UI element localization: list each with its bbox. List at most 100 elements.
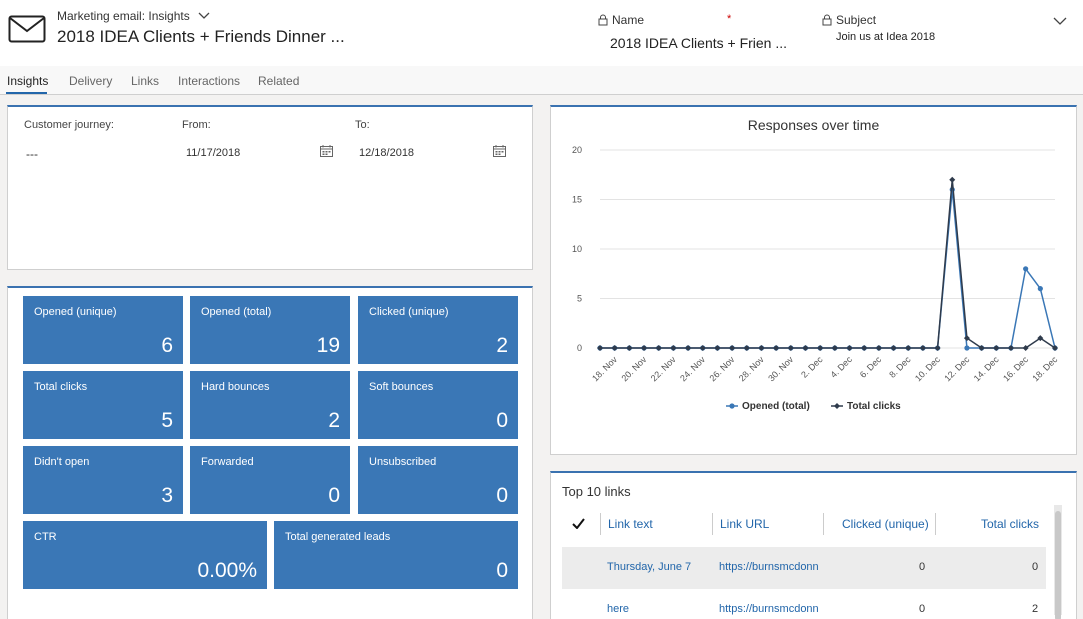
x-tick-label: 2. Dec	[799, 354, 825, 380]
chevron-down-icon	[198, 12, 210, 19]
legend-label: Opened (total)	[742, 401, 810, 412]
tile-value: 5	[161, 409, 173, 432]
data-point	[699, 345, 706, 351]
data-point	[802, 345, 809, 351]
record-header: Marketing email: Insights 2018 IDEA Clie…	[0, 0, 1083, 66]
data-point	[626, 345, 633, 351]
scrollbar-thumb[interactable]	[1055, 511, 1061, 619]
data-point	[905, 345, 912, 351]
legend-label: Total clicks	[847, 401, 901, 412]
x-tick-label: 16. Dec	[1001, 354, 1030, 383]
links-title: Top 10 links	[562, 484, 631, 499]
total-clicks-cell: 0	[1032, 561, 1039, 573]
x-tick-label: 28. Nov	[737, 354, 766, 383]
name-field: Name 2018 IDEA Clients + Frien ...	[598, 13, 787, 51]
kpi-panel: Opened (unique) 6 Opened (total) 19 Clic…	[7, 286, 533, 619]
column-header-total-clicks[interactable]: Total clicks	[981, 517, 1039, 531]
tile-total-clicks[interactable]: Total clicks 5	[23, 371, 183, 439]
column-separator	[712, 513, 713, 535]
tab-interactions[interactable]: Interactions	[178, 74, 240, 88]
y-tick-label: 15	[572, 195, 582, 205]
journey-label: Customer journey:	[24, 119, 114, 131]
data-point	[685, 345, 692, 351]
data-point	[861, 345, 868, 351]
series-line	[600, 179, 1056, 349]
tab-bar: Insights Delivery Links Interactions Rel…	[0, 66, 1083, 95]
table-row[interactable]: here https://burnsmcdonn 0 2	[562, 589, 1046, 619]
tile-value: 0	[496, 559, 508, 582]
journey-value[interactable]: ---	[26, 147, 38, 161]
column-header-link-text[interactable]: Link text	[608, 517, 653, 531]
calendar-icon[interactable]	[493, 145, 506, 157]
from-label: From:	[182, 119, 211, 131]
tile-forwarded[interactable]: Forwarded 0	[190, 446, 350, 514]
tile-label: CTR	[34, 531, 57, 543]
select-all-checkmark-icon[interactable]	[572, 518, 585, 529]
link-url-cell[interactable]: https://burnsmcdonn	[719, 561, 819, 573]
tile-didnt-open[interactable]: Didn't open 3	[23, 446, 183, 514]
data-point	[817, 345, 824, 351]
x-tick-label: 8. Dec	[887, 354, 913, 380]
to-label: To:	[355, 119, 370, 131]
tile-opened-unique[interactable]: Opened (unique) 6	[23, 296, 183, 364]
column-separator	[823, 513, 824, 535]
tile-unsubscribed[interactable]: Unsubscribed 0	[358, 446, 518, 514]
clicked-unique-cell: 0	[919, 561, 926, 573]
tile-label: Total generated leads	[285, 531, 391, 543]
column-header-link-url[interactable]: Link URL	[720, 517, 769, 531]
column-header-clicked-unique[interactable]: Clicked (unique)	[842, 517, 929, 531]
link-text-cell[interactable]: here	[607, 603, 629, 615]
from-date-input[interactable]: 11/17/2018	[186, 147, 240, 159]
tile-value: 0	[328, 484, 340, 507]
tile-value: 0	[496, 484, 508, 507]
tile-value: 0.00%	[197, 559, 257, 582]
tile-value: 2	[328, 409, 340, 432]
data-point	[670, 345, 677, 351]
tile-label: Total clicks	[34, 381, 88, 393]
x-tick-label: 20. Nov	[619, 354, 648, 383]
tile-soft-bounces[interactable]: Soft bounces 0	[358, 371, 518, 439]
tab-delivery[interactable]: Delivery	[69, 74, 112, 88]
x-tick-label: 10. Dec	[913, 354, 942, 383]
tile-hard-bounces[interactable]: Hard bounces 2	[190, 371, 350, 439]
form-selector[interactable]: Marketing email: Insights	[57, 9, 210, 23]
tab-links[interactable]: Links	[131, 74, 159, 88]
column-separator	[600, 513, 601, 535]
x-tick-label: 18. Nov	[590, 354, 619, 383]
tile-ctr[interactable]: CTR 0.00%	[23, 521, 267, 589]
tile-clicked-unique[interactable]: Clicked (unique) 2	[358, 296, 518, 364]
link-url-cell[interactable]: https://burnsmcdonn	[719, 603, 819, 615]
calendar-icon[interactable]	[320, 145, 333, 157]
y-tick-label: 5	[577, 294, 582, 304]
y-tick-label: 0	[577, 343, 582, 353]
data-point	[949, 176, 956, 183]
legend-marker	[834, 403, 840, 409]
expand-header-chevron-icon[interactable]	[1053, 16, 1067, 26]
data-point	[993, 345, 1000, 351]
data-point	[597, 345, 603, 351]
to-date-input[interactable]: 12/18/2018	[359, 147, 414, 159]
data-point	[787, 345, 794, 351]
tab-insights[interactable]: Insights	[7, 74, 48, 88]
tile-generated-leads[interactable]: Total generated leads 0	[274, 521, 518, 589]
tab-related[interactable]: Related	[258, 74, 299, 88]
tile-opened-total[interactable]: Opened (total) 19	[190, 296, 350, 364]
data-point	[890, 345, 897, 351]
responses-chart: 0 5 10 15 20 18. Nov 20. Nov 22. Nov 24. Nov 26. …	[572, 145, 1060, 412]
column-separator	[935, 513, 936, 535]
data-point	[964, 345, 970, 351]
required-indicator: *	[727, 13, 732, 25]
data-point	[758, 345, 765, 351]
x-tick-label: 30. Nov	[766, 354, 795, 383]
data-point	[729, 345, 736, 351]
legend-marker	[729, 403, 735, 409]
link-text-cell[interactable]: Thursday, June 7	[607, 561, 691, 573]
table-row[interactable]: Thursday, June 7 https://burnsmcdonn 0 0	[562, 547, 1046, 589]
data-point	[846, 345, 853, 351]
data-point	[743, 345, 750, 351]
tile-label: Unsubscribed	[369, 456, 437, 468]
tile-label: Soft bounces	[369, 381, 434, 393]
tile-label: Opened (unique)	[34, 306, 117, 318]
filter-panel: Customer journey: --- From: 11/17/2018 T…	[7, 105, 533, 270]
tile-value: 3	[161, 484, 173, 507]
